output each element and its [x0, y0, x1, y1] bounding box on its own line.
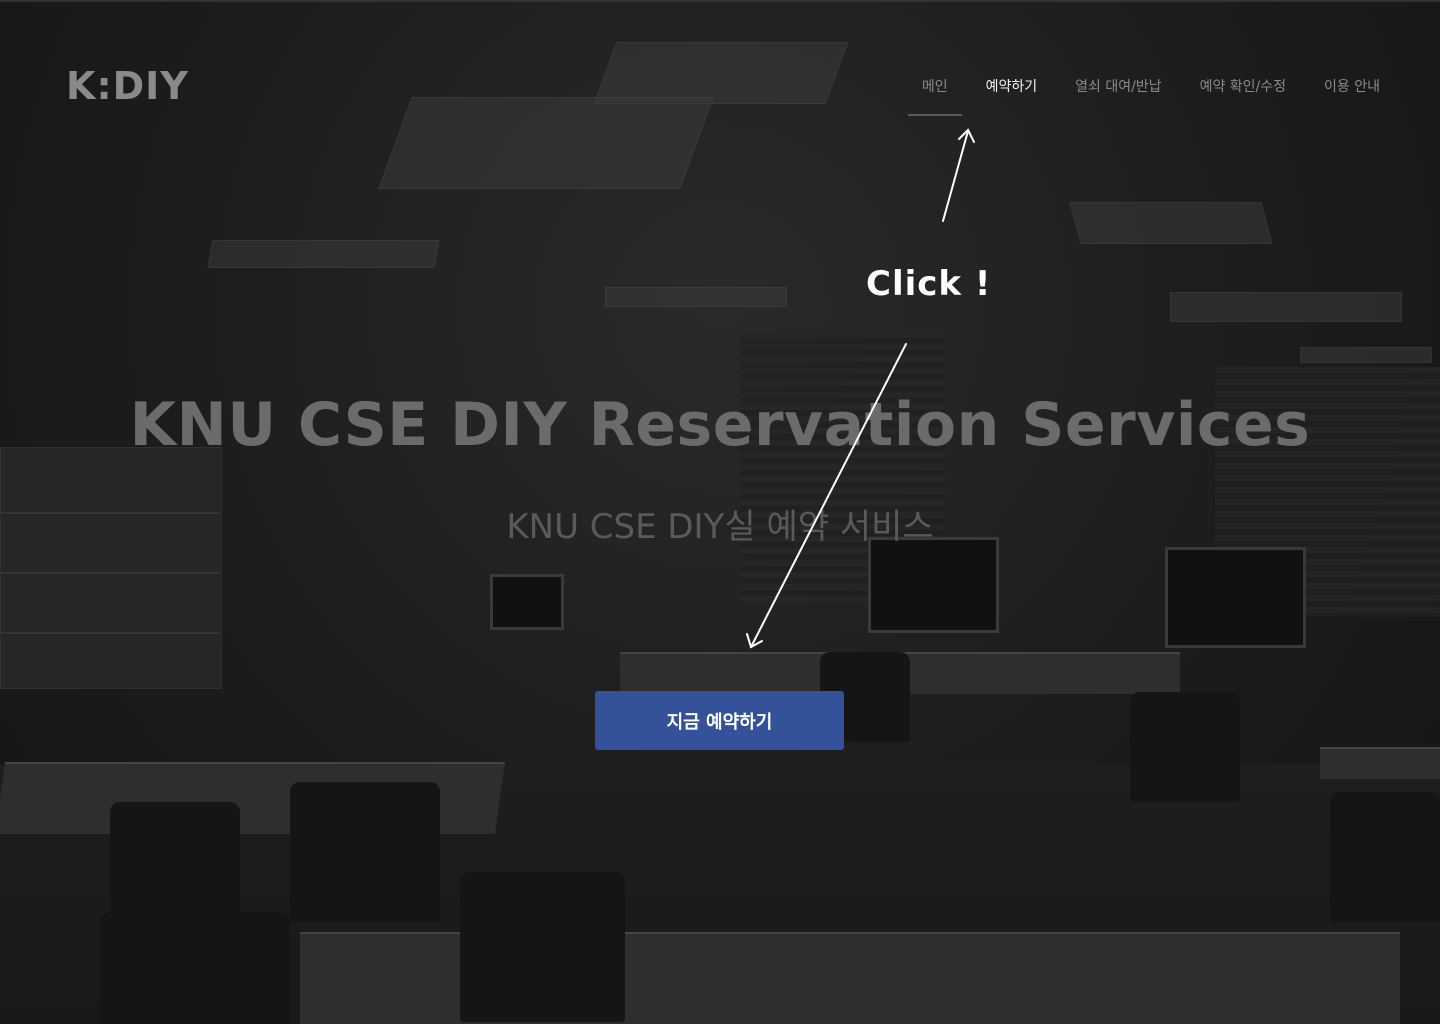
page: K:DIY 메인 예약하기 열쇠 대여/반납 예약 확인/수정 이용 안내 KN… [0, 0, 1440, 1024]
arrow-down-to-cta [750, 343, 907, 648]
arrow-up-to-nav [942, 130, 969, 222]
annotation-arrows [746, 128, 975, 649]
